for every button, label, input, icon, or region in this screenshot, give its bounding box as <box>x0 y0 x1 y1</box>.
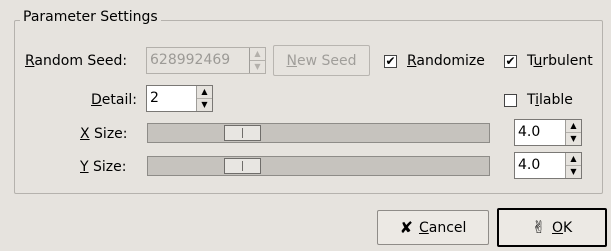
cancel-button[interactable]: ✘ Cancel <box>377 210 489 245</box>
spin-arrows[interactable]: ▲ ▼ <box>196 86 212 111</box>
x-size-label: X Size: <box>80 126 128 142</box>
y-size-value: 4.0 <box>518 157 541 173</box>
x-size-spinner[interactable]: 4.0 ▲ ▼ <box>514 119 582 146</box>
random-seed-spinner[interactable]: 628992469 ▲ ▼ <box>146 47 266 74</box>
tilable-checkbox[interactable]: Tilable <box>504 92 573 108</box>
tilable-check-icon <box>504 93 517 107</box>
cancel-label: Cancel <box>418 219 467 236</box>
detail-value: 2 <box>150 90 159 106</box>
new-seed-button[interactable]: New Seed <box>273 45 370 76</box>
y-size-spinner[interactable]: 4.0 ▲ ▼ <box>514 152 582 179</box>
y-size-label: Y Size: <box>80 159 127 175</box>
spin-arrows[interactable]: ▲ ▼ <box>249 48 265 73</box>
randomize-checkbox[interactable]: ✔ Randomize <box>384 53 485 69</box>
spin-up-icon: ▲ <box>570 121 577 130</box>
spin-down-icon: ▼ <box>197 98 212 111</box>
spin-up-icon: ▲ <box>570 154 577 163</box>
spin-down-icon: ▼ <box>566 165 581 178</box>
spin-arrows[interactable]: ▲ ▼ <box>565 120 581 145</box>
detail-spinner[interactable]: 2 ▲ ▼ <box>146 85 213 112</box>
x-size-value: 4.0 <box>518 124 541 140</box>
spin-up-icon: ▲ <box>201 87 208 96</box>
y-size-slider-thumb[interactable] <box>224 158 261 174</box>
y-size-slider[interactable] <box>147 156 490 176</box>
random-seed-label: Random Seed: <box>25 53 128 69</box>
spin-arrows[interactable]: ▲ ▼ <box>565 153 581 178</box>
x-size-slider[interactable] <box>147 123 490 143</box>
cancel-icon: ✘ <box>399 218 413 237</box>
detail-label: Detail: <box>91 92 137 108</box>
spin-down-icon: ▼ <box>566 132 581 145</box>
frame-title: Parameter Settings <box>20 9 161 25</box>
spin-up-icon: ▲ <box>254 49 261 58</box>
turbulent-checkbox[interactable]: ✔ Turbulent <box>504 53 593 69</box>
random-seed-value: 628992469 <box>150 52 231 68</box>
x-size-slider-thumb[interactable] <box>224 125 261 141</box>
ok-button[interactable]: ✌ OK <box>497 208 607 247</box>
ok-hand-icon: ✌ <box>531 217 547 238</box>
turbulent-check-icon: ✔ <box>504 53 517 68</box>
randomize-check-icon: ✔ <box>384 53 397 68</box>
ok-label: OK <box>552 219 573 236</box>
spin-down-icon: ▼ <box>250 60 265 73</box>
